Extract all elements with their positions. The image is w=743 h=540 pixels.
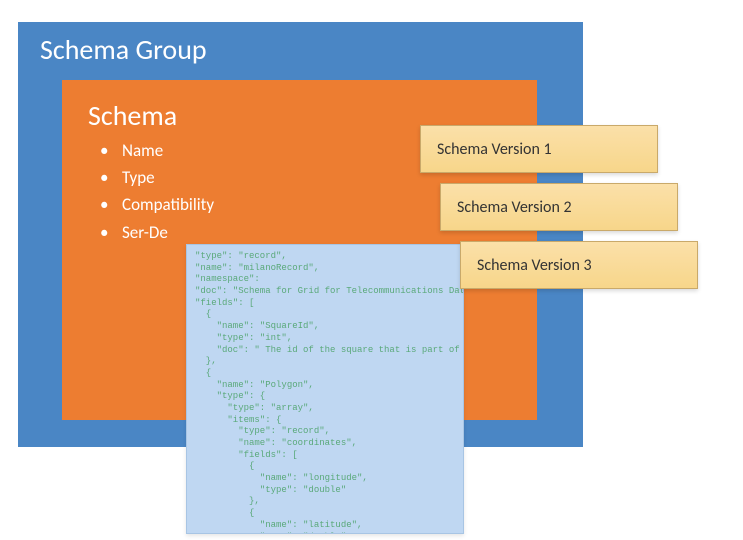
version-card-2: Schema Version 2	[440, 183, 678, 231]
version-label: Schema Version 2	[457, 198, 572, 217]
code-snippet-panel: "type": "record", "name": "milanoRecord"…	[186, 244, 464, 534]
version-card-3: Schema Version 3	[460, 241, 698, 289]
version-label: Schema Version 1	[437, 140, 552, 159]
version-card-1: Schema Version 1	[420, 125, 658, 173]
version-label: Schema Version 3	[477, 256, 592, 275]
schema-group-title: Schema Group	[40, 32, 583, 67]
